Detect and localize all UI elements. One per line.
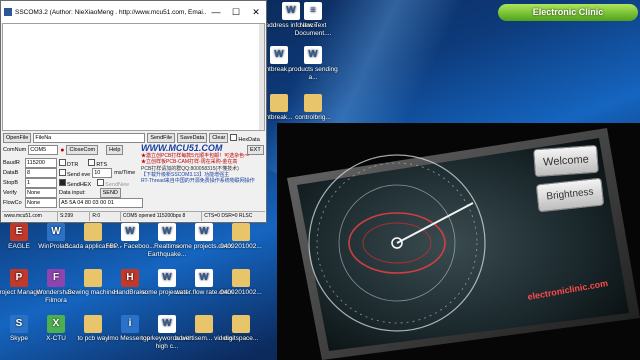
receive-scrollbar[interactable] <box>259 24 264 130</box>
status-port: COM5 opened 115200bps 8 <box>121 212 203 221</box>
flow-label: FlowCo <box>3 200 22 206</box>
maximize-button[interactable]: ☐ <box>226 7 246 18</box>
stop-bits-select[interactable]: 1 <box>25 178 57 188</box>
text-file-icon: ≡ <box>304 2 322 20</box>
send-new-checkbox[interactable]: SendNew <box>97 178 129 188</box>
file-name-field[interactable]: FileNa <box>33 133 146 143</box>
close-com-button[interactable]: CloseCom <box>66 145 99 155</box>
desktop-icon-label: digitspace... <box>223 335 259 342</box>
desktop-icon[interactable]: 0409201002... <box>212 223 270 251</box>
folder-icon <box>84 315 102 333</box>
folder-icon <box>84 223 102 241</box>
xctu-icon: X <box>47 315 65 333</box>
app-icon <box>4 8 12 16</box>
send-file-button[interactable]: SendFile <box>147 133 176 143</box>
eagle-icon: E <box>10 223 28 241</box>
verify-label: Verify <box>3 190 17 196</box>
minimize-button[interactable]: — <box>206 7 226 17</box>
desktop-icon-grid: E EAGLE W WinProlad... Scada application... W… <box>0 223 267 360</box>
status-site[interactable]: www.mcu51.com <box>2 212 58 221</box>
word-doc-icon: W <box>158 269 176 287</box>
folder-icon <box>232 269 250 287</box>
comnum-select[interactable]: COM5 <box>28 145 59 155</box>
hex-data-label: HexData <box>238 136 260 143</box>
promo-panel: WWW.MCU51.COM ★激立创PCB打样每款5元顺丰包邮！可选杂色～ ★立… <box>141 143 267 198</box>
status-received-count: R:0 <box>90 212 121 221</box>
window-title: SSCOM3.2 (Author: NieXiaoMeng . http://w… <box>15 8 206 16</box>
promo-url[interactable]: WWW.MCU51.COM <box>141 143 267 153</box>
send-button[interactable]: SEND <box>99 188 121 198</box>
promo-line: RT-Thread来自中国的开源免费操作系统物联网操作 <box>141 178 255 185</box>
data-input-label: Data input: <box>59 190 86 196</box>
data-bits-label: DataB <box>3 170 19 176</box>
flow-select[interactable]: None <box>25 198 57 208</box>
desktop-icon-label: New Text Document.... <box>294 22 332 37</box>
clear-button[interactable]: Clear <box>209 133 229 143</box>
folder-icon <box>84 269 102 287</box>
file-icon <box>304 94 322 112</box>
skype-icon: S <box>10 315 28 333</box>
imo-icon: i <box>121 315 139 333</box>
brand-banner: Electronic Clinic <box>498 4 638 21</box>
word-doc-icon: W <box>304 46 322 64</box>
save-data-button[interactable]: SaveData <box>177 133 208 143</box>
status-bar: www.mcu51.com S:299 R:0 COM5 opened 1152… <box>2 211 265 221</box>
receive-area[interactable] <box>2 23 265 131</box>
checkbox-box[interactable] <box>230 133 238 141</box>
verify-row: Verify None Data input: SEND <box>3 188 121 198</box>
file-toolbar: OpenFile FileNa SendFile SaveData Clear … <box>3 133 260 143</box>
desktop-icon-label: products sending a... <box>288 66 338 81</box>
word-doc-icon: W <box>195 223 213 241</box>
folder-icon <box>195 315 213 333</box>
open-file-button[interactable]: OpenFile <box>3 133 32 143</box>
word-doc-icon: W <box>158 315 176 333</box>
data-bits-select[interactable]: 8 <box>25 168 57 178</box>
filmora-icon: F <box>47 269 65 287</box>
send-every-checkbox[interactable]: Send eve <box>59 168 90 178</box>
port-row: ComNum COM5 ● CloseCom Help <box>3 145 124 155</box>
desktop-icon-products-sending[interactable]: W products sending a... <box>284 46 342 81</box>
baud-row: BaudR 115200 DTR RTS <box>3 158 107 168</box>
window-titlebar[interactable]: SSCOM3.2 (Author: NieXiaoMeng . http://w… <box>1 1 266 23</box>
desktop-icon-label: controlbrig... <box>295 114 331 121</box>
comnum-label: ComNum <box>3 147 27 153</box>
project-icon: P <box>10 269 28 287</box>
baud-label: BaudR <box>3 160 20 166</box>
desktop-icon[interactable]: digitspace... <box>212 315 270 343</box>
help-button[interactable]: Help <box>106 145 124 155</box>
status-lines: CTS=0 DSR=0 RLSC <box>204 213 253 219</box>
handbrake-icon: H <box>121 269 139 287</box>
verify-select[interactable]: None <box>25 188 57 198</box>
status-sent-count: S:299 <box>58 212 91 221</box>
baud-select[interactable]: 115200 <box>25 158 57 168</box>
data-input-field[interactable]: A5 5A 04 80 03 00 01 <box>59 198 143 208</box>
folder-icon <box>232 223 250 241</box>
interval-unit: ms/Time <box>114 170 136 176</box>
serial-terminal-window[interactable]: SSCOM3.2 (Author: NieXiaoMeng . http://w… <box>0 0 267 223</box>
stop-bits-label: StopB <box>3 180 18 186</box>
data-bits-row: DataB 8 Send eve 10 ms/Time <box>3 168 135 178</box>
word-doc-icon: W <box>158 223 176 241</box>
desktop-icon-label: 0409201002... <box>220 289 262 296</box>
hex-data-checkbox[interactable]: HexData <box>230 133 260 143</box>
desktop-icon-label: 0409201002... <box>220 243 262 250</box>
app-icon: W <box>47 223 65 241</box>
desktop-icon-controlbrig[interactable]: controlbrig... <box>284 94 342 122</box>
port-status-dot: ● <box>60 146 65 154</box>
desktop-icon-new-text-document[interactable]: ≡ New Text Document.... <box>284 2 342 37</box>
send-hex-checkbox[interactable]: SendHEX <box>59 178 91 188</box>
rts-checkbox[interactable]: RTS <box>88 158 107 168</box>
file-icon <box>232 315 250 333</box>
word-doc-icon: W <box>195 269 213 287</box>
dtr-checkbox[interactable]: DTR <box>59 158 78 168</box>
desktop-icon[interactable]: 0409201002... <box>212 269 270 297</box>
interval-input[interactable]: 10 <box>92 168 113 178</box>
word-doc-icon: W <box>121 223 139 241</box>
close-button[interactable]: ✕ <box>246 7 266 18</box>
flow-row: FlowCo None A5 5A 04 80 03 00 01 <box>3 198 143 208</box>
welcome-button[interactable]: Welcome <box>533 144 599 178</box>
stop-bits-row: StopB 1 SendHEX SendNew <box>3 178 129 188</box>
video-panel: Welcome Brightness electroniclinic.com <box>277 123 640 360</box>
